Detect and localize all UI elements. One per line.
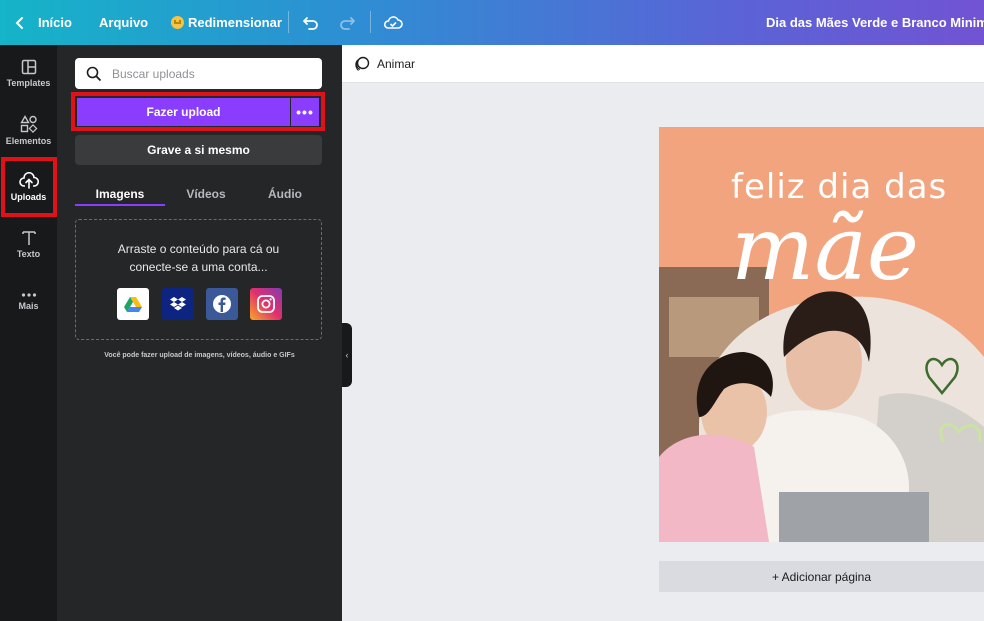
instagram-icon	[257, 295, 275, 313]
cloud-save-button[interactable]	[383, 0, 403, 45]
rail-item-text[interactable]: Texto	[0, 216, 57, 272]
animate-button[interactable]: Animar	[354, 45, 415, 82]
tab-audio[interactable]: Áudio	[240, 181, 330, 207]
chevron-left-icon: ‹	[345, 350, 349, 360]
resize-button[interactable]: Redimensionar	[171, 0, 282, 45]
back-home-label: Início	[38, 15, 72, 30]
more-icon	[21, 292, 36, 297]
back-home-button[interactable]: Início	[15, 0, 72, 45]
google-drive-icon	[124, 297, 142, 312]
rail-item-label: Mais	[18, 300, 39, 311]
templates-icon	[21, 59, 36, 74]
upload-button[interactable]: Fazer upload	[77, 98, 290, 126]
cloud-check-icon	[383, 15, 403, 29]
dropzone-text: Arraste o conteúdo para cá ou conecte-se…	[76, 240, 321, 276]
search-icon	[86, 66, 102, 81]
undo-icon	[303, 16, 318, 30]
rail-item-more[interactable]: Mais	[0, 273, 57, 329]
chevron-left-icon	[15, 16, 23, 29]
dropbox-icon	[170, 297, 186, 311]
design-page[interactable]: feliz dia das mãe	[659, 127, 984, 542]
search-input[interactable]	[110, 65, 314, 82]
animate-label: Animar	[377, 56, 416, 71]
document-title[interactable]: Dia das Mães Verde e Branco Minimalista	[766, 0, 984, 45]
elements-icon	[19, 114, 37, 133]
upload-hint-text: Você pode fazer upload de imagens, vídeo…	[104, 352, 295, 359]
uploads-panel: Fazer upload ••• Grave a si mesmo Imagen…	[57, 45, 342, 621]
collapse-panel-button[interactable]: ‹	[342, 323, 352, 387]
top-bar: Início Arquivo Redimensionar Dia das Mãe…	[0, 0, 984, 45]
dropbox-button[interactable]	[162, 288, 194, 320]
divider	[370, 11, 371, 33]
rail-item-label: Templates	[6, 77, 51, 88]
design-script-text: mãe	[731, 197, 919, 300]
upload-dropzone[interactable]: Arraste o conteúdo para cá ou conecte-se…	[75, 219, 322, 340]
rail-item-templates[interactable]: Templates	[0, 45, 57, 101]
instagram-button[interactable]	[250, 288, 282, 320]
canvas-toolbar: Animar	[342, 45, 984, 83]
undo-button[interactable]	[302, 0, 320, 45]
google-drive-button[interactable]	[117, 288, 149, 320]
facebook-icon	[213, 295, 231, 313]
rail-item-elements[interactable]: Elementos	[0, 102, 57, 158]
text-icon	[21, 230, 36, 245]
rail-item-label: Elementos	[5, 135, 52, 146]
rail-item-label: Texto	[16, 248, 41, 259]
crown-icon	[171, 16, 184, 29]
file-menu-button[interactable]: Arquivo	[99, 0, 148, 45]
active-tab-indicator	[75, 204, 165, 206]
divider	[288, 11, 289, 33]
upload-more-button[interactable]: •••	[291, 98, 319, 126]
resize-label: Redimensionar	[188, 15, 282, 30]
search-box[interactable]	[75, 58, 322, 89]
redo-button[interactable]	[338, 0, 356, 45]
uploads-highlight-box	[1, 157, 57, 217]
animate-icon	[355, 56, 370, 71]
dropzone-text-line2: conecte-se a uma conta...	[129, 260, 268, 274]
redo-icon	[340, 16, 355, 30]
record-yourself-button[interactable]: Grave a si mesmo	[75, 135, 322, 165]
dropzone-text-line1: Arraste o conteúdo para cá ou	[117, 242, 280, 256]
facebook-button[interactable]	[206, 288, 238, 320]
side-rail: Templates Elementos Uploads Texto Mais	[0, 45, 57, 621]
add-page-button[interactable]: + Adicionar página	[659, 561, 984, 592]
tab-videos[interactable]: Vídeos	[161, 181, 251, 207]
